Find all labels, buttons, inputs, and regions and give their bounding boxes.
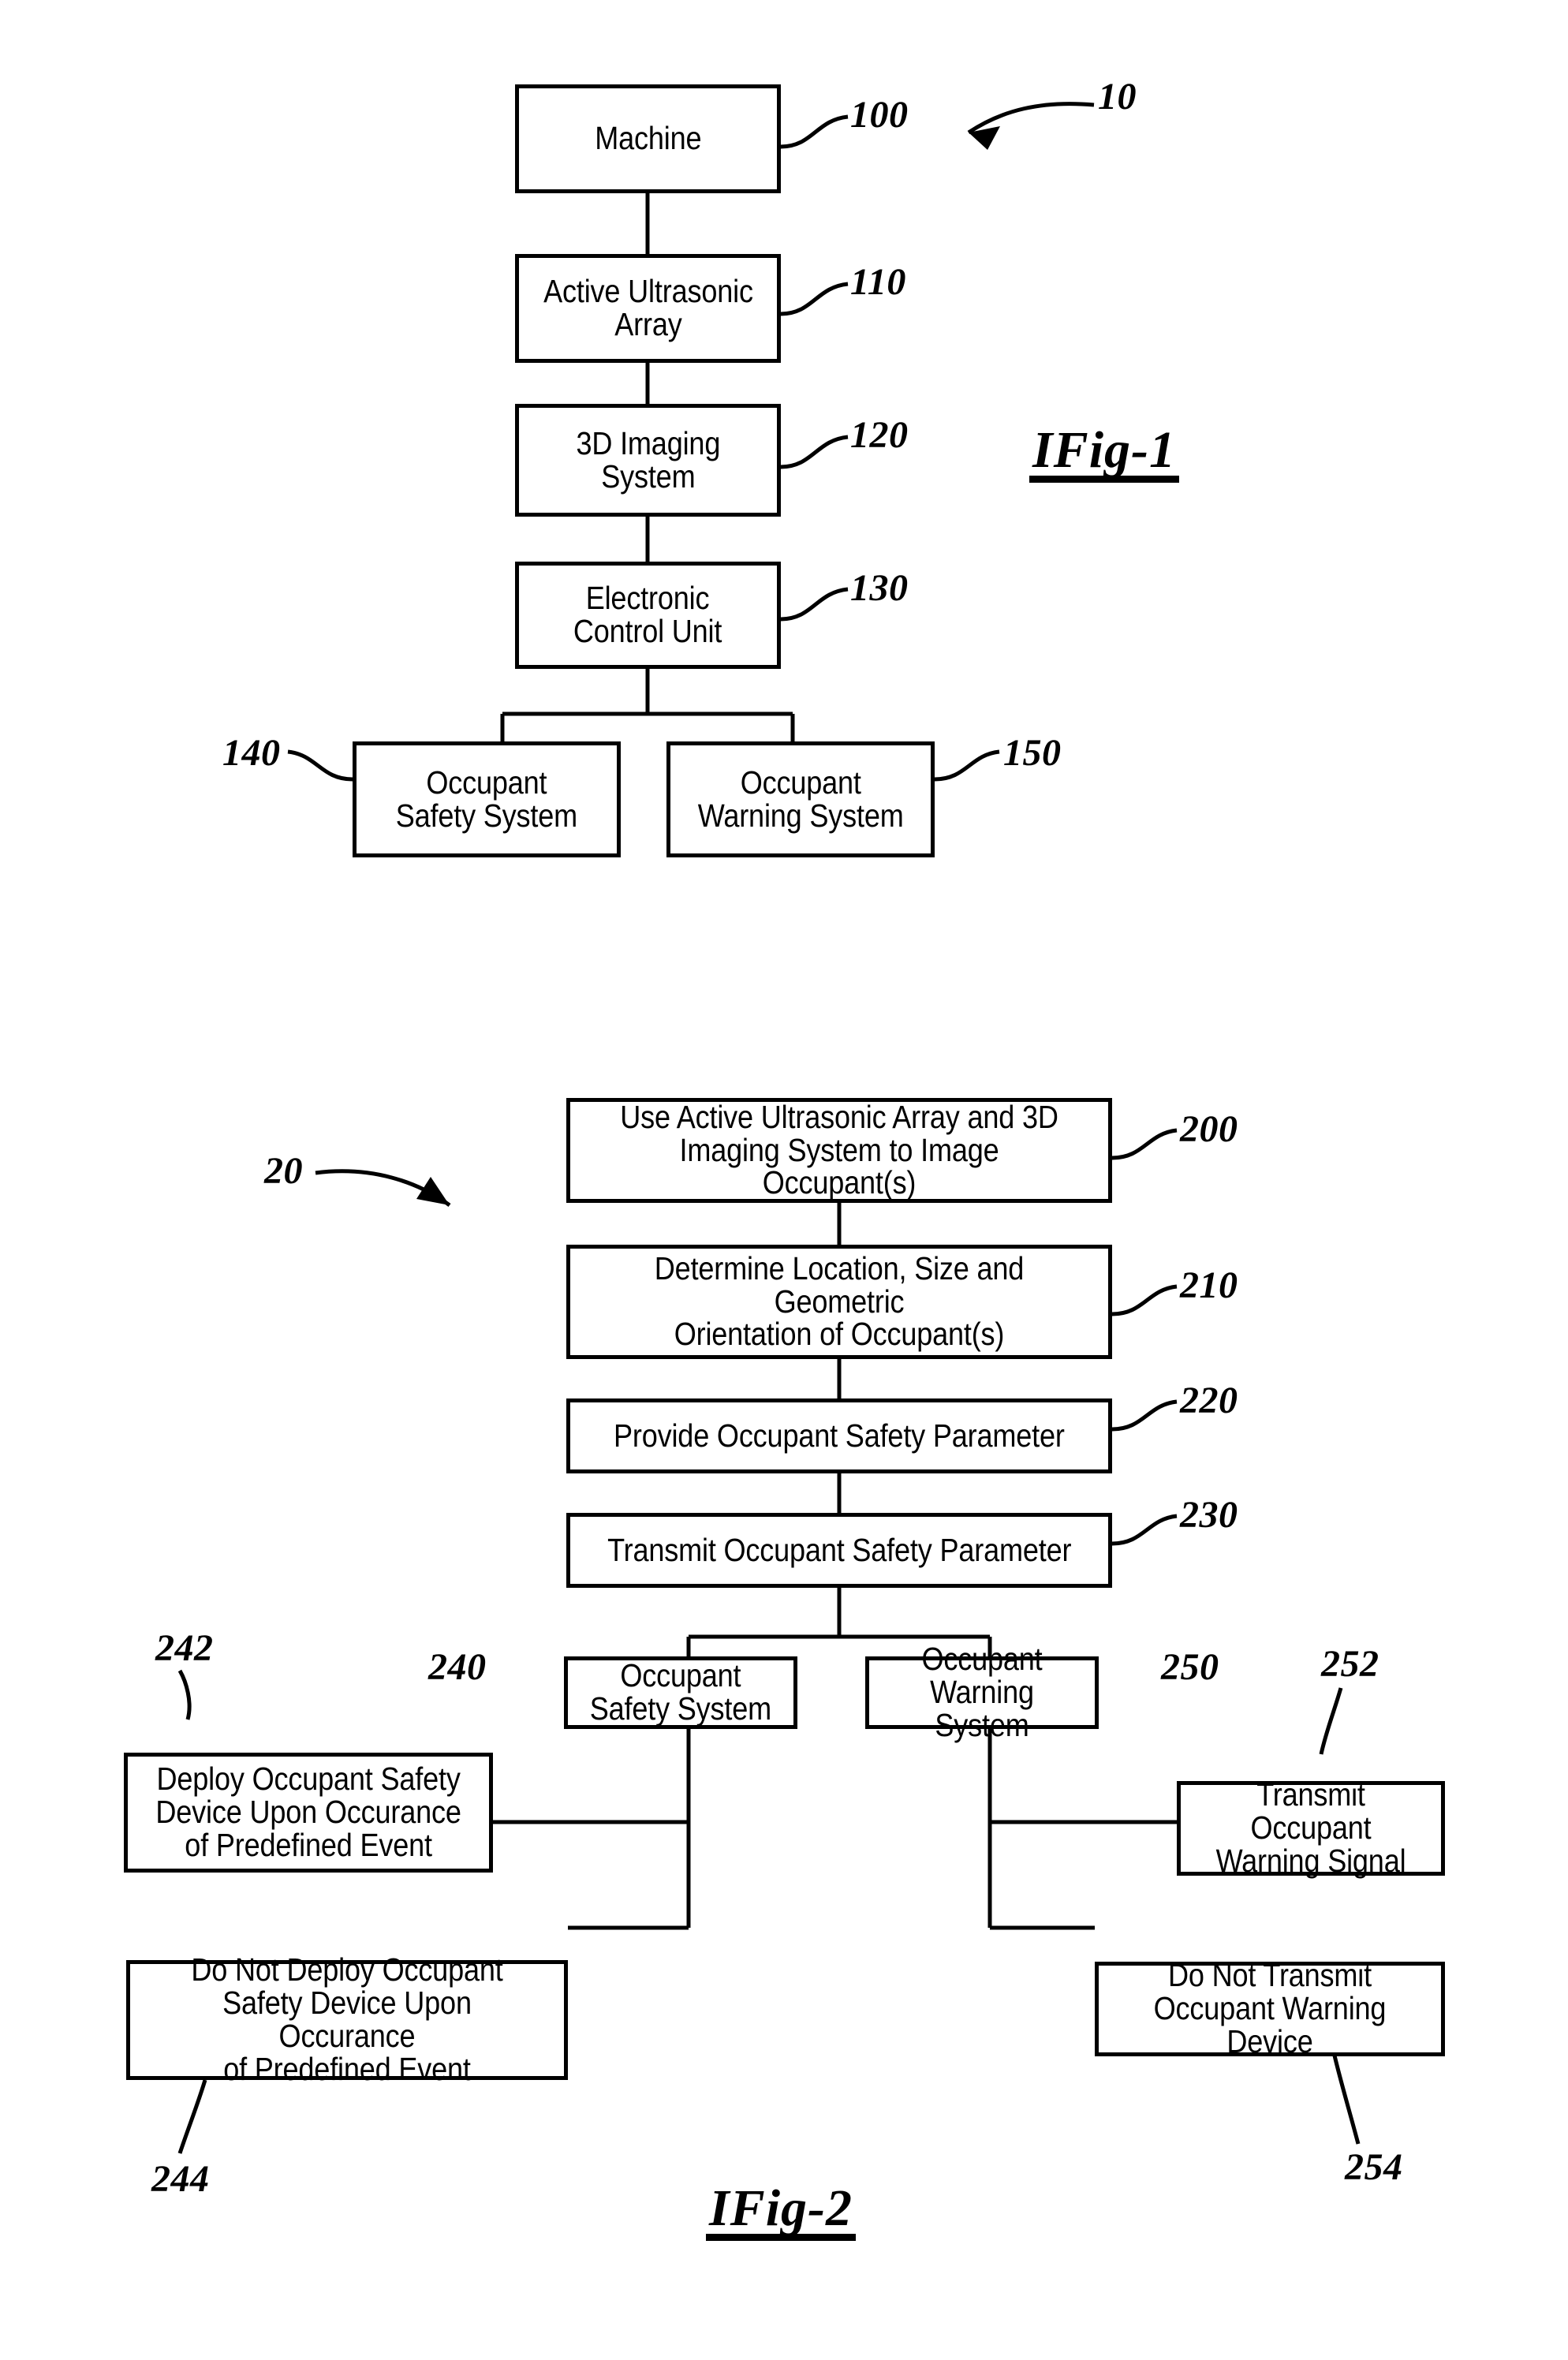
box-deploy-safety-device[interactable]: Deploy Occupant Safety Device Upon Occur… — [124, 1753, 493, 1873]
box-step-image-occupants[interactable]: Use Active Ultrasonic Array and 3D Imagi… — [566, 1098, 1112, 1203]
box-do-not-deploy-safety-device[interactable]: Do Not Deploy Occupant Safety Device Upo… — [126, 1953, 568, 2086]
box-electronic-control-unit[interactable]: Electronic Control Unit — [515, 562, 781, 669]
refnum-220: 220 — [1180, 1380, 1238, 1421]
box-step-determine-location[interactable]: Determine Location, Size and Geometric O… — [566, 1245, 1112, 1359]
leader-110 — [780, 282, 849, 316]
refnum-242: 242 — [155, 1627, 214, 1669]
refnum-150: 150 — [1003, 732, 1062, 774]
leader-242 — [177, 1669, 192, 1720]
arrow-20-shaft — [315, 1169, 451, 1208]
box-occupant-safety-system-fig2-label: Occupant Safety System — [589, 1657, 772, 1727]
leader-140 — [287, 749, 353, 782]
box-do-not-deploy-safety-device-label: Do Not Deploy Occupant Safety Device Upo… — [191, 1951, 503, 2087]
refnum-110: 110 — [850, 261, 906, 303]
connector-safety-to-242 — [493, 1806, 691, 1824]
box-3d-imaging-system[interactable]: 3D Imaging System — [515, 404, 781, 517]
refnum-140: 140 — [222, 732, 281, 774]
refnum-230: 230 — [1180, 1494, 1238, 1536]
refnum-10: 10 — [1098, 76, 1137, 118]
box-active-ultrasonic-array-label: Active Ultrasonic Array — [543, 273, 753, 342]
box-step-transmit-parameter[interactable]: Transmit Occupant Safety Parameter — [566, 1513, 1112, 1588]
refnum-130: 130 — [850, 567, 909, 609]
arrow-10-head — [969, 126, 1000, 150]
refnum-254: 254 — [1345, 2146, 1403, 2188]
box-deploy-safety-device-label: Deploy Occupant Safety Device Upon Occur… — [155, 1761, 461, 1863]
refnum-200: 200 — [1180, 1108, 1238, 1150]
box-occupant-safety-system-fig2[interactable]: Occupant Safety System — [564, 1656, 797, 1729]
figure-1-caption: IFig-1 — [1029, 420, 1180, 483]
figure-1-caption-text: IFig-1 — [1032, 421, 1177, 479]
box-occupant-safety-system-fig1-label: Occupant Safety System — [395, 764, 578, 834]
leader-254 — [1332, 2055, 1361, 2145]
refnum-240: 240 — [428, 1646, 487, 1688]
box-machine[interactable]: Machine — [515, 84, 781, 193]
figure-2-caption-text: IFig-2 — [709, 2179, 853, 2237]
refnum-250: 250 — [1161, 1646, 1219, 1688]
box-step-provide-parameter[interactable]: Provide Occupant Safety Parameter — [566, 1398, 1112, 1473]
box-occupant-warning-system-fig2[interactable]: Occupant Warning System — [865, 1642, 1099, 1742]
figure-2-caption: IFig-2 — [706, 2179, 857, 2241]
box-3d-imaging-system-label: 3D Imaging System — [576, 424, 720, 495]
refnum-120: 120 — [850, 414, 909, 456]
box-occupant-warning-system-fig2-label: Occupant Warning System — [921, 1641, 1043, 1743]
refnum-252: 252 — [1321, 1643, 1379, 1685]
box-active-ultrasonic-array[interactable]: Active Ultrasonic Array — [515, 254, 781, 363]
box-step-transmit-parameter-label: Transmit Occupant Safety Parameter — [607, 1531, 1072, 1568]
box-do-not-transmit-warning[interactable]: Do Not Transmit Occupant Warning Device — [1095, 1957, 1445, 2059]
leader-252 — [1319, 1687, 1343, 1755]
refnum-244: 244 — [151, 2158, 210, 2200]
connector-warning-to-252 — [987, 1806, 1177, 1824]
refnum-20: 20 — [264, 1150, 303, 1192]
box-machine-label: Machine — [594, 120, 702, 157]
leader-100 — [780, 114, 849, 149]
leader-230 — [1111, 1514, 1178, 1546]
refnum-210: 210 — [1180, 1264, 1238, 1306]
leader-130 — [780, 587, 849, 622]
box-electronic-control-unit-label: Electronic Control Unit — [573, 580, 722, 649]
refnum-100: 100 — [850, 94, 909, 136]
leader-120 — [780, 435, 849, 469]
box-transmit-warning-signal-label: Transmit Occupant Warning Signal — [1215, 1776, 1406, 1879]
leader-210 — [1111, 1284, 1178, 1316]
box-step-image-occupants-label: Use Active Ultrasonic Array and 3D Imagi… — [620, 1098, 1058, 1201]
box-occupant-safety-system-fig1[interactable]: Occupant Safety System — [353, 741, 621, 857]
box-step-provide-parameter-label: Provide Occupant Safety Parameter — [614, 1417, 1065, 1454]
box-occupant-warning-system-fig1[interactable]: Occupant Warning System — [666, 741, 935, 857]
box-do-not-transmit-warning-label: Do Not Transmit Occupant Warning Device — [1153, 1957, 1387, 2059]
patent-drawing-sheet: Machine 100 Active Ultrasonic Array 110 … — [0, 0, 1568, 2360]
arrow-10-shaft — [967, 102, 1095, 135]
box-occupant-warning-system-fig1-label: Occupant Warning System — [697, 764, 904, 834]
leader-200 — [1111, 1128, 1178, 1160]
arrow-20-head — [416, 1177, 450, 1205]
leader-150 — [934, 749, 1000, 782]
leader-220 — [1111, 1399, 1178, 1432]
leader-244 — [177, 2079, 207, 2154]
box-transmit-warning-signal[interactable]: Transmit Occupant Warning Signal — [1177, 1776, 1445, 1879]
box-step-determine-location-label: Determine Location, Size and Geometric O… — [654, 1249, 1025, 1353]
